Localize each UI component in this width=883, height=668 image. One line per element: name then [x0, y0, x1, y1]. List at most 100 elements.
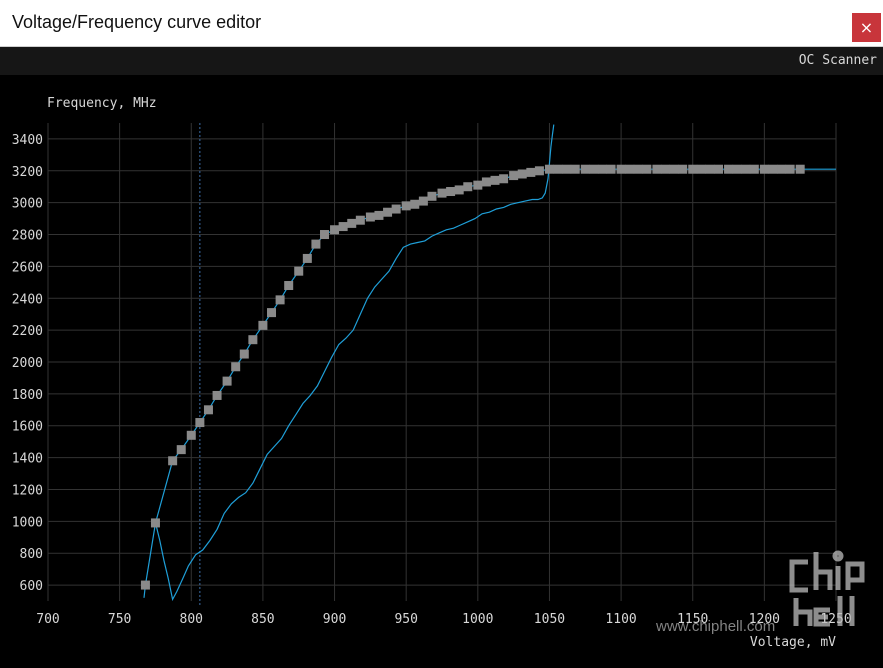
curve-point-handle[interactable]	[418, 196, 428, 206]
curve-point-handle[interactable]	[248, 335, 258, 345]
curve-point-handle[interactable]	[597, 164, 607, 174]
curve-point-handle[interactable]	[795, 164, 805, 174]
y-tick-label: 1800	[12, 388, 43, 403]
curve-point-handle[interactable]	[355, 215, 365, 225]
curve-point-handle[interactable]	[338, 222, 348, 232]
curve-point-handle[interactable]	[391, 204, 401, 214]
curve-point-handle[interactable]	[284, 281, 294, 291]
y-tick-label: 3400	[12, 133, 43, 148]
y-tick-label: 2400	[12, 292, 43, 307]
x-tick-label: 1100	[605, 612, 636, 627]
oc-scanner-button[interactable]: OC Scanner	[799, 53, 877, 68]
y-axis-label: Frequency, MHz	[47, 96, 157, 111]
curve-point-handle[interactable]	[553, 164, 563, 174]
curve-point-handle[interactable]	[275, 295, 285, 305]
curve-point-handle[interactable]	[481, 177, 491, 187]
curve-point-handle[interactable]	[212, 390, 222, 400]
curve-point-handle[interactable]	[437, 188, 447, 198]
curve-point-handle[interactable]	[570, 164, 580, 174]
curve-point-handle[interactable]	[258, 320, 268, 330]
curve-point-handle[interactable]	[330, 225, 340, 235]
curve-point-handle[interactable]	[473, 180, 483, 190]
curve-point-handle[interactable]	[625, 164, 635, 174]
chiphell-logo-icon	[789, 550, 865, 627]
curve-point-handle[interactable]	[320, 230, 330, 240]
curve-point-handle[interactable]	[562, 164, 572, 174]
curve-point-handle[interactable]	[410, 199, 420, 209]
curve-point-handle[interactable]	[186, 430, 196, 440]
y-tick-label: 1200	[12, 483, 43, 498]
x-axis-label: Voltage, mV	[750, 635, 836, 650]
curve-point-handle[interactable]	[749, 164, 759, 174]
curve-point-handle[interactable]	[140, 580, 150, 590]
curve-point-handle[interactable]	[606, 164, 616, 174]
curve-point-handle[interactable]	[616, 164, 626, 174]
curve-point-handle[interactable]	[509, 171, 519, 181]
curve-point-handle[interactable]	[696, 164, 706, 174]
curve-point-handle[interactable]	[365, 212, 375, 222]
curve-point-handle[interactable]	[150, 518, 160, 528]
curve-point-handle[interactable]	[768, 164, 778, 174]
x-tick-label: 800	[180, 612, 203, 627]
curve-point-handle[interactable]	[705, 164, 715, 174]
x-tick-label: 1000	[462, 612, 493, 627]
curve-point-handle[interactable]	[544, 164, 554, 174]
window-title: Voltage/Frequency curve editor	[12, 12, 262, 32]
curve-point-handle[interactable]	[580, 164, 590, 174]
y-tick-label: 2200	[12, 324, 43, 339]
curve-point-handle[interactable]	[678, 164, 688, 174]
curve-point-handle[interactable]	[347, 218, 357, 228]
x-tick-label: 950	[394, 612, 417, 627]
curve-point-handle[interactable]	[499, 174, 509, 184]
curve-point-handle[interactable]	[732, 164, 742, 174]
curve-point-handle[interactable]	[176, 445, 186, 455]
curve-point-handle[interactable]	[239, 349, 249, 359]
curve-point-handle[interactable]	[526, 167, 536, 177]
curve-point-handle[interactable]	[759, 164, 769, 174]
y-tick-label: 600	[20, 579, 43, 594]
curve-point-handle[interactable]	[267, 308, 277, 318]
curve-point-handle[interactable]	[168, 456, 178, 466]
y-tick-labels: 600 800 1000 1200 1400 1600 1800 2000 2200 2400 26…	[12, 133, 43, 594]
curve-point-handle[interactable]	[203, 405, 213, 415]
curve-point-handle[interactable]	[785, 164, 795, 174]
y-tick-label: 2000	[12, 356, 43, 371]
y-tick-label: 2800	[12, 229, 43, 244]
y-tick-label: 1000	[12, 515, 43, 530]
x-tick-label: 900	[323, 612, 346, 627]
vf-curve-points[interactable]	[140, 164, 805, 590]
toolbar: OC Scanner	[0, 47, 883, 75]
curve-point-handle[interactable]	[231, 362, 241, 372]
curve-point-handle[interactable]	[714, 164, 724, 174]
curve-point-handle[interactable]	[642, 164, 652, 174]
vf-chart[interactable]: 600 800 1000 1200 1400 1600 1800 2000 2200 2400 26…	[0, 75, 883, 663]
curve-point-handle[interactable]	[294, 266, 304, 276]
curve-point-handle[interactable]	[222, 376, 232, 386]
curve-point-handle[interactable]	[534, 166, 544, 176]
curve-point-handle[interactable]	[383, 207, 393, 217]
curve-point-handle[interactable]	[401, 201, 411, 211]
curve-point-handle[interactable]	[652, 164, 662, 174]
curve-point-handle[interactable]	[669, 164, 679, 174]
close-button[interactable]: ×	[852, 13, 881, 42]
y-tick-label: 800	[20, 547, 43, 562]
curve-point-handle[interactable]	[589, 164, 599, 174]
curve-point-handle[interactable]	[688, 164, 698, 174]
curve-point-handle[interactable]	[454, 185, 464, 195]
curve-point-handle[interactable]	[633, 164, 643, 174]
vf-chart-area[interactable]: 600 800 1000 1200 1400 1600 1800 2000 2200 2400 26…	[0, 75, 883, 663]
curve-point-handle[interactable]	[374, 210, 384, 220]
y-tick-label: 3000	[12, 197, 43, 212]
curve-point-handle[interactable]	[777, 164, 787, 174]
curve-point-handle[interactable]	[427, 191, 437, 201]
curve-point-handle[interactable]	[463, 182, 473, 192]
curve-point-handle[interactable]	[302, 253, 312, 263]
curve-point-handle[interactable]	[741, 164, 751, 174]
curve-point-handle[interactable]	[661, 164, 671, 174]
curve-point-handle[interactable]	[446, 187, 456, 197]
curve-point-handle[interactable]	[724, 164, 734, 174]
curve-point-handle[interactable]	[490, 175, 500, 185]
curve-point-handle[interactable]	[311, 239, 321, 249]
curve-point-handle[interactable]	[517, 169, 527, 179]
curve-point-handle[interactable]	[195, 418, 205, 428]
